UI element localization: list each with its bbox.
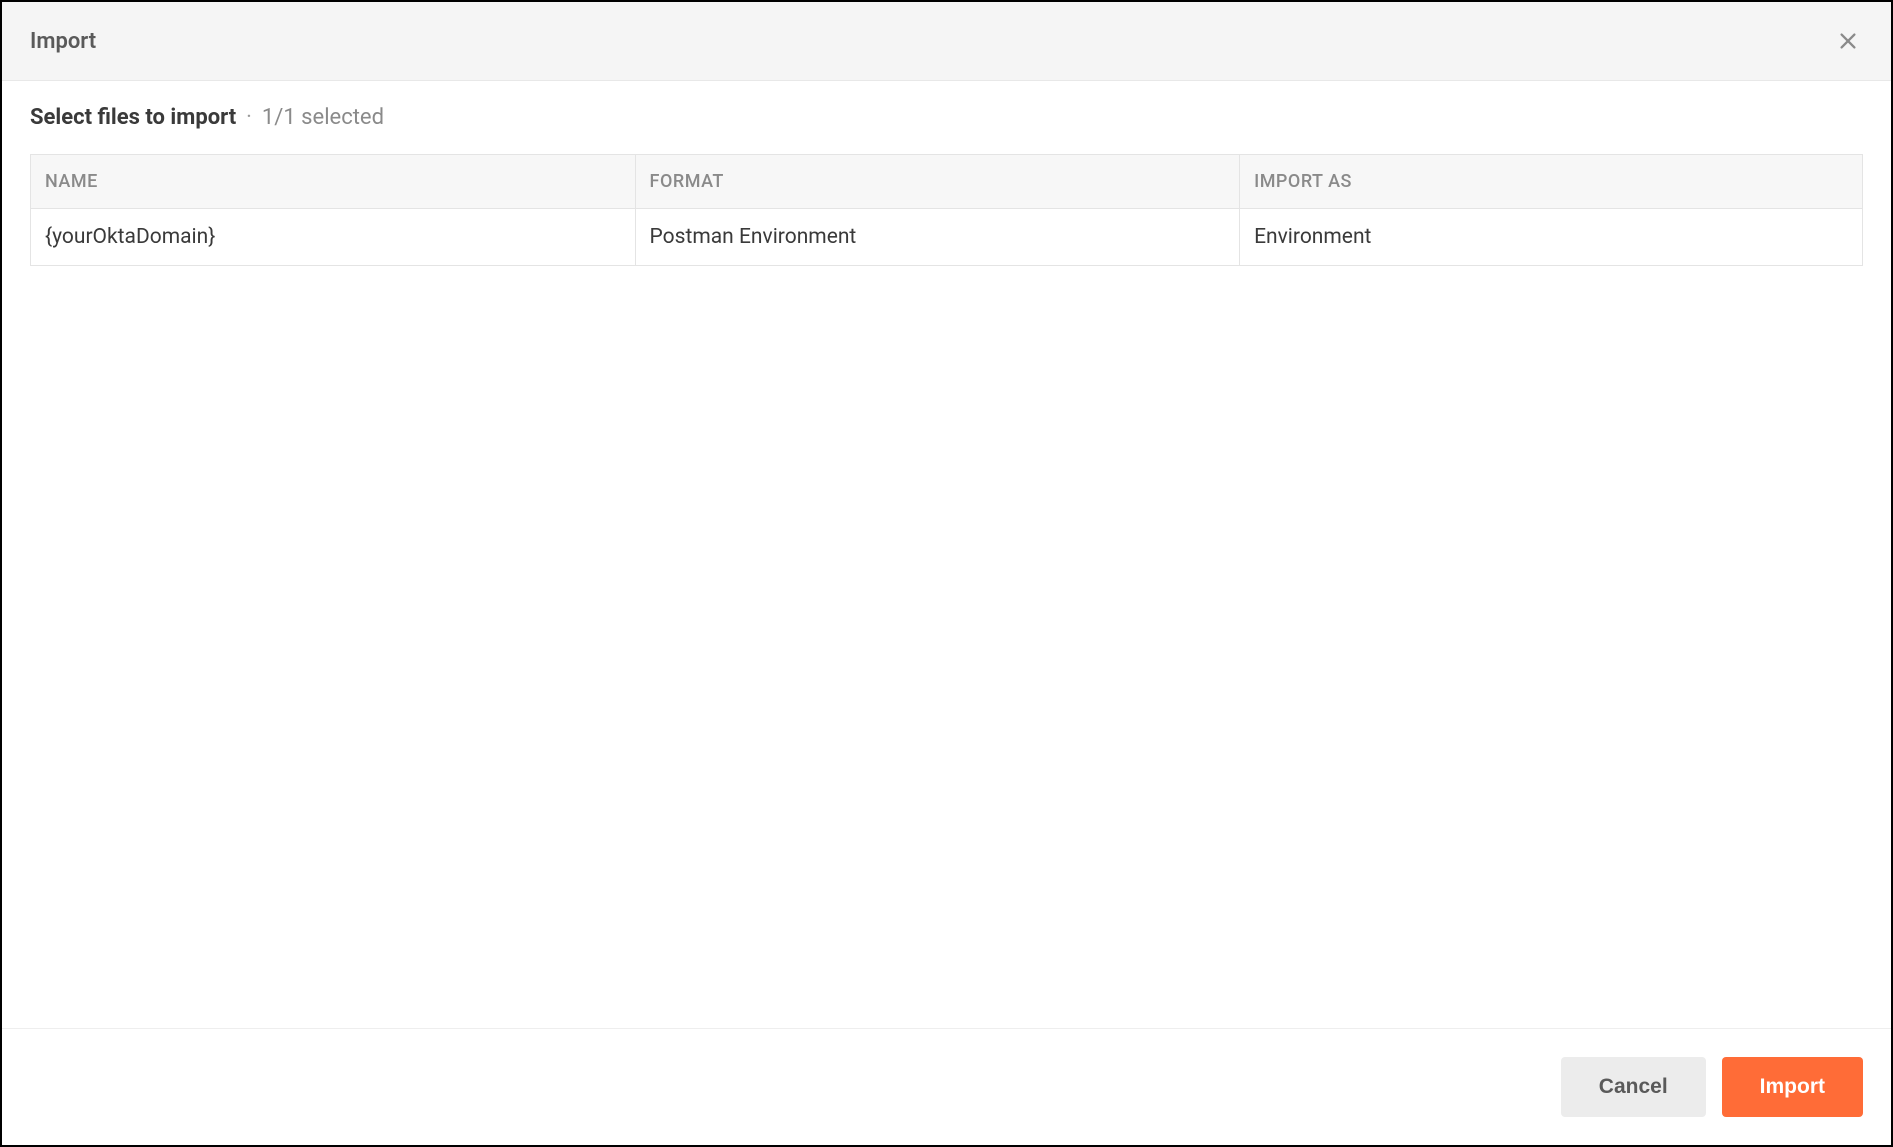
modal-title: Import (30, 29, 96, 54)
table-header-row: NAME FORMAT IMPORT AS (31, 155, 1863, 209)
import-modal: Import Select files to import · 1/1 sele… (0, 0, 1893, 1147)
cell-import-as: Environment (1240, 209, 1863, 266)
import-button[interactable]: Import (1722, 1057, 1863, 1117)
select-heading-label: Select files to import (30, 105, 236, 130)
cancel-button[interactable]: Cancel (1561, 1057, 1706, 1117)
modal-footer: Cancel Import (2, 1028, 1891, 1145)
select-heading: Select files to import · 1/1 selected (30, 105, 1863, 130)
header-name: NAME (31, 155, 636, 209)
header-format: FORMAT (635, 155, 1240, 209)
cell-format: Postman Environment (635, 209, 1240, 266)
select-heading-separator: · (246, 105, 252, 130)
cell-name: {yourOktaDomain} (31, 209, 636, 266)
close-button[interactable] (1833, 26, 1863, 56)
close-icon (1837, 30, 1859, 52)
modal-body: Select files to import · 1/1 selected NA… (2, 81, 1891, 1028)
header-import-as: IMPORT AS (1240, 155, 1863, 209)
modal-header: Import (2, 2, 1891, 81)
selection-count: 1/1 selected (262, 105, 384, 130)
files-table: NAME FORMAT IMPORT AS {yourOktaDomain} P… (30, 154, 1863, 266)
table-row[interactable]: {yourOktaDomain} Postman Environment Env… (31, 209, 1863, 266)
